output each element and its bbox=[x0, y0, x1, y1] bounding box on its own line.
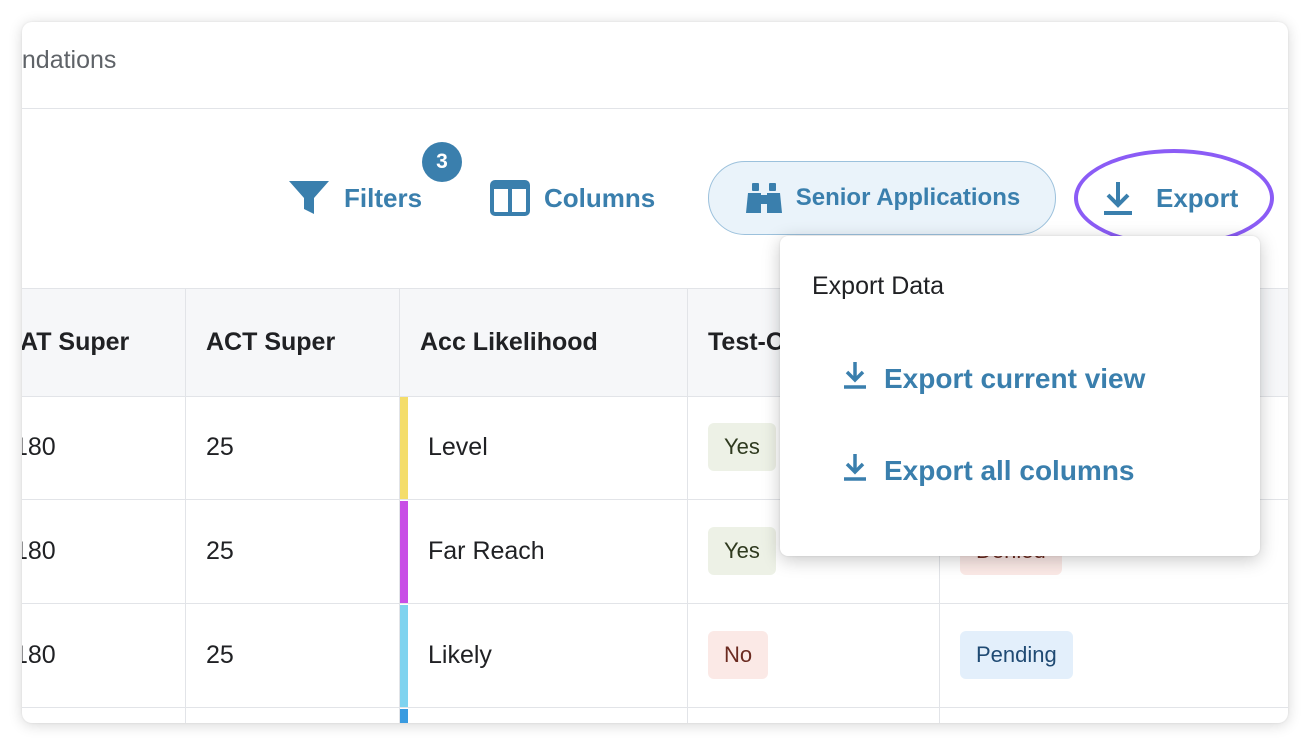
export-all-columns-label: Export all columns bbox=[884, 454, 1135, 486]
act-cell: 25 bbox=[206, 640, 234, 669]
saved-view-button[interactable]: Senior Applications bbox=[708, 161, 1056, 235]
title-bar: endations bbox=[22, 22, 1288, 109]
columns-icon bbox=[490, 180, 544, 216]
filters-label: Filters bbox=[344, 182, 423, 213]
filters-button[interactable]: Filters bbox=[288, 178, 422, 218]
filters-count-badge: 3 bbox=[422, 142, 462, 182]
status-cell: Pending bbox=[960, 604, 1073, 706]
test-optional-cell: No bbox=[708, 604, 769, 706]
column-header-test-optional[interactable]: Test-O bbox=[708, 289, 785, 396]
download-icon bbox=[842, 360, 884, 397]
sat-cell: 180 bbox=[22, 432, 56, 461]
likelihood-cell: Likely bbox=[428, 640, 492, 669]
export-menu-title: Export Data bbox=[812, 272, 945, 300]
yes-chip: Yes bbox=[708, 423, 776, 471]
column-divider bbox=[185, 288, 186, 723]
column-header-act-super[interactable]: ACT Super bbox=[206, 289, 335, 396]
export-highlight-ring bbox=[1074, 149, 1274, 247]
likelihood-cell: Level bbox=[428, 432, 488, 461]
saved-view-label: Senior Applications bbox=[795, 184, 1021, 211]
likelihood-color-bar bbox=[400, 397, 408, 499]
export-current-view-item[interactable]: Export current view bbox=[842, 360, 1145, 397]
column-header-sat-super[interactable]: AT Super bbox=[22, 289, 129, 396]
columns-label: Columns bbox=[544, 182, 656, 213]
column-header-acc-likelihood[interactable]: Acc Likelihood bbox=[420, 289, 598, 396]
download-icon bbox=[842, 452, 884, 489]
export-menu: Export Data Export current view Export a… bbox=[780, 236, 1260, 556]
act-cell: 25 bbox=[206, 432, 234, 461]
row-divider bbox=[22, 707, 1288, 708]
binoculars-icon bbox=[744, 181, 796, 215]
no-chip: No bbox=[708, 631, 769, 679]
page-title: endations bbox=[22, 46, 117, 74]
sat-cell: 180 bbox=[22, 640, 56, 669]
pending-chip: Pending bbox=[960, 631, 1073, 679]
likelihood-cell: Far Reach bbox=[428, 536, 545, 565]
test-optional-cell: Yes bbox=[708, 396, 776, 498]
likelihood-color-bar bbox=[400, 501, 408, 603]
columns-button[interactable]: Columns bbox=[490, 178, 655, 218]
likelihood-color-bar bbox=[400, 709, 408, 723]
sat-cell: 180 bbox=[22, 536, 56, 565]
likelihood-color-bar bbox=[400, 605, 408, 707]
funnel-icon bbox=[288, 179, 344, 217]
yes-chip: Yes bbox=[708, 527, 776, 575]
export-current-view-label: Export current view bbox=[884, 362, 1146, 394]
act-cell: 25 bbox=[206, 536, 234, 565]
column-divider bbox=[687, 288, 688, 723]
test-optional-cell: Yes bbox=[708, 500, 776, 602]
export-all-columns-item[interactable]: Export all columns bbox=[842, 452, 1135, 489]
